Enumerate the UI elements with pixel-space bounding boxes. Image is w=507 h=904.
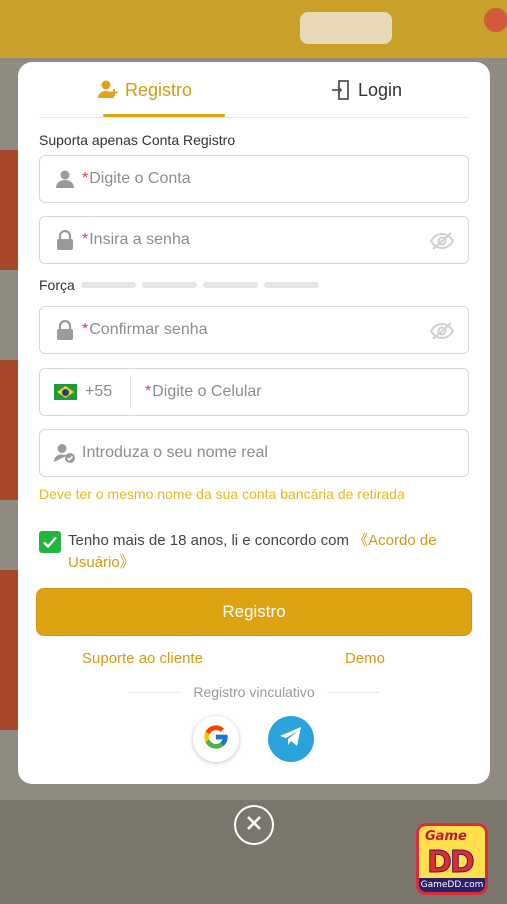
password-strength: Força (39, 277, 319, 293)
demo-link[interactable]: Demo (345, 650, 385, 667)
brazil-flag-icon[interactable] (54, 384, 77, 400)
close-icon (244, 813, 264, 838)
customer-support-link[interactable]: Suporte ao cliente (82, 650, 203, 667)
lock-icon (54, 319, 76, 341)
tab-login-label: Login (358, 79, 403, 100)
binding-separator: Registro vinculativo (128, 684, 381, 700)
agreement-text: Tenho mais de 18 anos, li e concordo com (68, 532, 354, 549)
background-strip (0, 150, 20, 270)
strength-label: Força (39, 277, 75, 293)
strength-bar (141, 282, 197, 288)
telegram-icon (279, 726, 303, 753)
gamedd-logo: Game DD GameDD.com (416, 823, 488, 895)
background-button (300, 12, 392, 44)
register-submit-button[interactable]: Registro (36, 588, 472, 636)
active-tab-indicator (103, 114, 225, 117)
google-icon (202, 723, 230, 756)
background-header (0, 0, 507, 58)
tab-register[interactable]: Registro (97, 76, 192, 104)
eye-off-icon[interactable] (429, 230, 455, 252)
phone-placeholder: * Digite o Celular (145, 383, 262, 400)
background-badge (484, 8, 507, 32)
eye-off-icon[interactable] (429, 320, 455, 342)
strength-bar (202, 282, 258, 288)
strength-bar (263, 282, 319, 288)
login-door-icon (330, 79, 352, 101)
lock-icon (54, 229, 76, 251)
logo-top-text: Game (425, 829, 467, 844)
logo-domain: GameDD.com (419, 878, 485, 892)
strength-bar (80, 282, 136, 288)
confirm-placeholder: * Confirmar senha (82, 321, 208, 338)
close-modal-button[interactable] (234, 805, 274, 845)
google-login-button[interactable] (193, 716, 239, 762)
real-name-hint: Deve ter o mesmo nome da sua conta bancá… (39, 486, 405, 502)
user-check-icon (54, 442, 76, 464)
telegram-login-button[interactable] (268, 716, 314, 762)
tab-register-label: Registro (125, 79, 193, 100)
logo-main-text: DD (427, 845, 476, 881)
phone-divider (130, 375, 131, 409)
user-icon (54, 168, 76, 190)
account-field[interactable]: * Digite o Conta (39, 155, 469, 203)
password-field[interactable]: * Insira a senha (39, 216, 469, 264)
confirm-password-field[interactable]: * Confirmar senha (39, 306, 469, 354)
account-placeholder: * Digite o Conta (82, 170, 191, 187)
real-name-placeholder: Introduza o seu nome real (82, 444, 268, 461)
phone-field[interactable]: +55 * Digite o Celular (39, 368, 469, 416)
background-strip (0, 360, 20, 500)
agreement-checkbox[interactable] (39, 531, 61, 553)
real-name-field[interactable]: Introduza o seu nome real (39, 429, 469, 477)
register-modal: Registro Login Suporta apenas Conta Regi… (18, 62, 490, 784)
password-placeholder: * Insira a senha (82, 231, 190, 248)
background-strip (0, 570, 20, 730)
account-type-note: Suporta apenas Conta Registro (39, 132, 236, 148)
user-add-icon (97, 79, 119, 101)
separator-line (128, 691, 182, 693)
binding-label: Registro vinculativo (193, 684, 315, 700)
agreement-row: Tenho mais de 18 anos, li e concordo com… (39, 530, 459, 574)
auth-tabs: Registro Login (39, 62, 469, 118)
tab-login[interactable]: Login (330, 76, 402, 104)
separator-line (326, 691, 381, 693)
country-code[interactable]: +55 (85, 383, 130, 401)
